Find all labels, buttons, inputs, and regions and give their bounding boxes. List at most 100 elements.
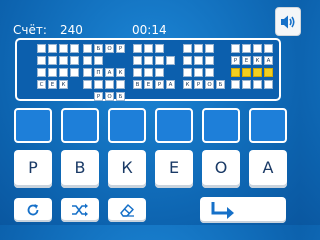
- board-cell: В: [133, 80, 142, 89]
- board-cell: Р: [155, 80, 164, 89]
- board-cell: [133, 68, 142, 77]
- board-cell: [183, 44, 192, 53]
- board-cell: [231, 44, 240, 53]
- board-cell: [183, 56, 192, 65]
- board-cell: С: [37, 80, 46, 89]
- board-cell: [83, 56, 92, 65]
- board-cell: О: [105, 44, 114, 53]
- answer-slot[interactable]: [108, 108, 146, 143]
- answer-slot[interactable]: [249, 108, 287, 143]
- board-cell: [133, 56, 142, 65]
- board-cell: [194, 44, 203, 53]
- board-cell: А: [264, 56, 273, 65]
- board-cell: [48, 44, 57, 53]
- board-cell: [205, 68, 214, 77]
- answer-slot[interactable]: [202, 108, 240, 143]
- board-cell-highlighted: [242, 68, 251, 77]
- board-cell: [155, 68, 164, 77]
- board-cell: К: [59, 80, 68, 89]
- letter-tile[interactable]: Е: [155, 150, 193, 188]
- board-cell: [194, 68, 203, 77]
- letter-tile[interactable]: К: [108, 150, 146, 188]
- board-cell: [37, 68, 46, 77]
- board-cell: Е: [48, 80, 57, 89]
- board-cell: К: [253, 56, 262, 65]
- board-cell: Р: [231, 56, 240, 65]
- board-cell: [155, 56, 164, 65]
- eraser-icon: [120, 204, 134, 217]
- sound-button[interactable]: [275, 7, 301, 36]
- speaker-icon: [281, 15, 295, 28]
- board-cell: [37, 56, 46, 65]
- board-cell: [59, 68, 68, 77]
- board-cell: К: [183, 80, 192, 89]
- board-cell: Е: [242, 56, 251, 65]
- board-cell: Р: [116, 44, 125, 53]
- board-cell: [264, 80, 273, 89]
- board-cell: [166, 56, 175, 65]
- score-label: Счёт:: [13, 23, 47, 37]
- board-cell: [105, 80, 114, 89]
- board-cell: П: [94, 68, 103, 77]
- board-cell: [183, 68, 192, 77]
- board-cell: [231, 80, 240, 89]
- erase-button[interactable]: [108, 198, 146, 222]
- crossword-board: С Е К Б О Р П А К Р О Б В Е Р А К Р О Б …: [15, 38, 281, 101]
- board-cell: [59, 56, 68, 65]
- board-cell: А: [166, 80, 175, 89]
- board-cell: К: [116, 68, 125, 77]
- board-cell: Б: [116, 92, 125, 101]
- board-cell: Б: [216, 80, 225, 89]
- board-cell: [83, 44, 92, 53]
- board-cell: [242, 80, 251, 89]
- shuffle-button[interactable]: [61, 198, 99, 222]
- board-cell: [253, 80, 262, 89]
- board-cell: [70, 44, 79, 53]
- board-cell: [59, 44, 68, 53]
- board-cell: [155, 44, 164, 53]
- letter-tile[interactable]: Р: [14, 150, 52, 188]
- board-cell: [264, 44, 273, 53]
- answer-slot[interactable]: [155, 108, 193, 143]
- board-cell: Е: [144, 80, 153, 89]
- board-cell: Р: [94, 92, 103, 101]
- board-cell: [116, 80, 125, 89]
- board-cell: [133, 44, 142, 53]
- board-cell: [253, 44, 262, 53]
- board-cell: [144, 68, 153, 77]
- board-cell-highlighted: [264, 68, 273, 77]
- board-cell: Р: [194, 80, 203, 89]
- board-cell: [37, 44, 46, 53]
- board-cell: [194, 56, 203, 65]
- reset-button[interactable]: [14, 198, 52, 222]
- board-cell: О: [205, 80, 214, 89]
- board-cell: О: [105, 92, 114, 101]
- shuffle-icon: [72, 203, 88, 217]
- board-cell: [48, 68, 57, 77]
- board-cell: [48, 56, 57, 65]
- letter-tile[interactable]: О: [202, 150, 240, 188]
- board-cell: [83, 68, 92, 77]
- board-cell: Б: [94, 44, 103, 53]
- letter-tile[interactable]: В: [61, 150, 99, 188]
- score-value: 240: [60, 23, 83, 37]
- enter-button[interactable]: [200, 197, 286, 223]
- answer-slot[interactable]: [14, 108, 52, 143]
- refresh-icon: [27, 204, 39, 216]
- board-cell: [70, 68, 79, 77]
- board-cell: [70, 56, 79, 65]
- board-cell-highlighted: [231, 68, 240, 77]
- board-cell: [205, 56, 214, 65]
- board-cell: А: [105, 68, 114, 77]
- board-cell: [144, 56, 153, 65]
- board-cell: [205, 44, 214, 53]
- board-cell: [94, 56, 103, 65]
- board-cell: [144, 44, 153, 53]
- answer-slot[interactable]: [61, 108, 99, 143]
- enter-arrow-icon: [211, 202, 234, 219]
- board-cell: [83, 80, 92, 89]
- board-cell-highlighted: [253, 68, 262, 77]
- letter-tile[interactable]: А: [249, 150, 287, 188]
- board-cell: [94, 80, 103, 89]
- board-cell: [242, 44, 251, 53]
